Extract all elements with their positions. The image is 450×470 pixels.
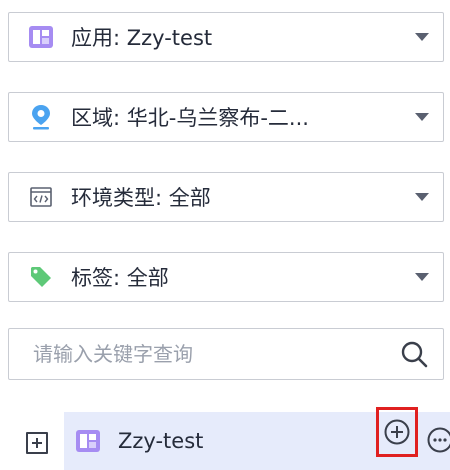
app-select-label: 应用: Zzy-test: [71, 26, 213, 50]
tree-node-label: Zzy-test: [118, 429, 204, 453]
env-type-select[interactable]: 环境类型: 全部: [8, 172, 444, 222]
filter-panel: 应用: Zzy-test 区域: 华北-乌兰察布-二... 环境类型: 全部 标…: [0, 0, 450, 470]
chevron-down-icon: [415, 33, 429, 41]
code-window-icon: [29, 185, 53, 209]
env-type-select-label: 环境类型: 全部: [71, 186, 211, 210]
tree-node-app[interactable]: Zzy-test: [64, 407, 450, 470]
search-box: [8, 328, 444, 380]
tree-row: Zzy-test: [0, 407, 450, 470]
add-circle-icon[interactable]: [376, 407, 418, 457]
app-grid-icon: [29, 25, 53, 49]
tag-select[interactable]: 标签: 全部: [8, 252, 444, 302]
more-circle-icon[interactable]: [424, 424, 450, 456]
app-select[interactable]: 应用: Zzy-test: [8, 12, 444, 62]
search-input[interactable]: [31, 333, 399, 375]
location-pin-icon: [29, 105, 53, 130]
chevron-down-icon: [415, 193, 429, 201]
tag-icon: [29, 265, 53, 289]
region-select[interactable]: 区域: 华北-乌兰察布-二...: [8, 92, 444, 142]
chevron-down-icon: [415, 113, 429, 121]
app-grid-icon: [76, 430, 100, 452]
search-icon[interactable]: [399, 339, 429, 369]
chevron-down-icon: [415, 273, 429, 281]
region-select-label: 区域: 华北-乌兰察布-二...: [71, 106, 309, 130]
tag-select-label: 标签: 全部: [71, 266, 169, 290]
expand-plus-icon[interactable]: [26, 432, 48, 454]
